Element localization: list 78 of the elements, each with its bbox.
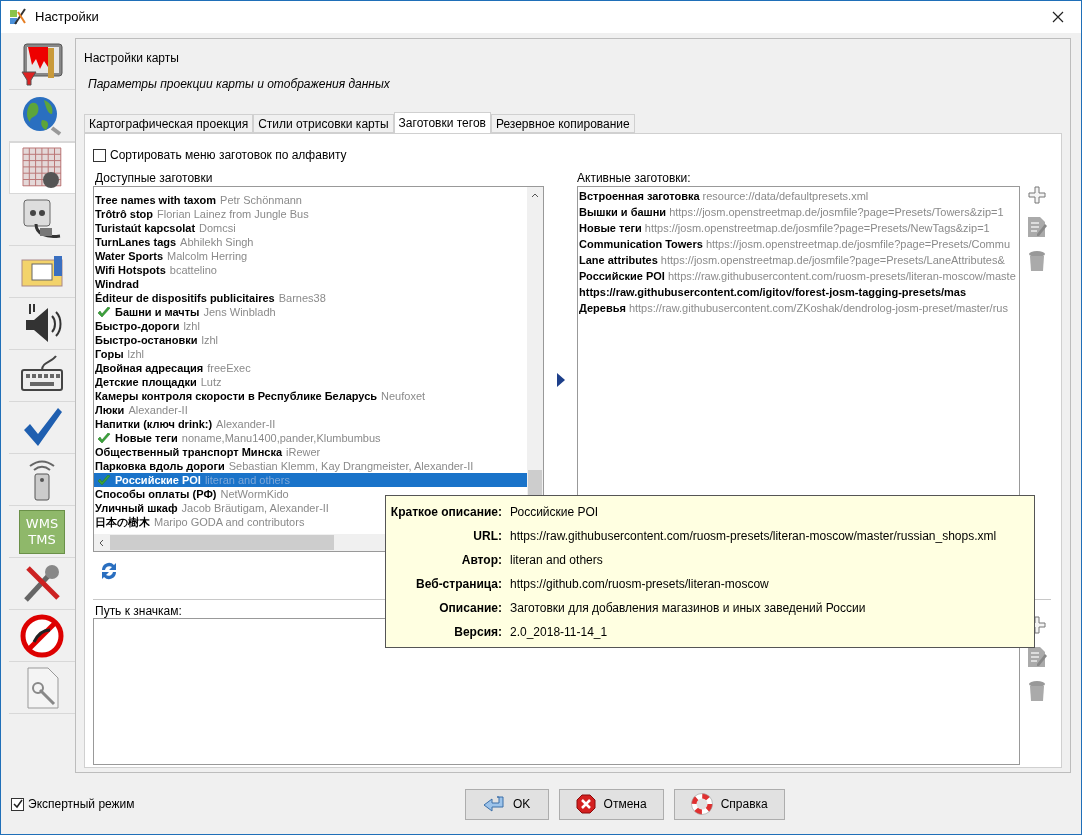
tooltip-label: Версия: xyxy=(453,623,502,641)
preset-list-item[interactable]: Éditeur de dispositifs publicitaires Barnes38 xyxy=(94,291,527,305)
tooltip-label: Веб-страница: xyxy=(415,575,502,593)
tab[interactable]: Картографическая проекция xyxy=(84,114,254,133)
tooltip-label: URL: xyxy=(472,527,502,545)
tooltip-value: Российские POI xyxy=(510,503,599,521)
tooltip-value: literan and others xyxy=(510,551,603,569)
active-preset-item[interactable]: Lane attributes https://josm.openstreetmap.de/josmfile?page=Presets/LaneAttributes& xyxy=(578,252,1019,268)
tooltip-label: Описание: xyxy=(438,599,502,617)
preset-list-item[interactable]: Российские POI literan and others xyxy=(94,473,527,487)
dialog-button[interactable]: Отмена xyxy=(558,788,664,820)
tab[interactable]: Заготовки тегов xyxy=(393,112,491,133)
return-arrow-icon xyxy=(482,795,505,813)
preset-list-item[interactable]: TurnLanes tags Abhilekh Singh xyxy=(94,235,527,249)
preset-list-item[interactable]: Быстро-дороги lzhl xyxy=(94,319,527,333)
preset-list-item[interactable]: Двойная адресация freeExec xyxy=(94,361,527,375)
preset-list-item[interactable]: Напитки (ключ drink:) Alexander-II xyxy=(94,417,527,431)
active-preset-item[interactable]: Вышки и башни https://josm.openstreetmap.de/josmfile?page=Presets/Towers&zip=1 xyxy=(578,204,1019,220)
tooltip-value: 2.0_2018-11-14_1 xyxy=(510,623,608,641)
tooltip-value: https://raw.githubusercontent.com/ruosm-presets/literan-moscow/master/russian_shops.xml xyxy=(510,527,997,545)
close-icon xyxy=(575,794,596,814)
preset-list-item[interactable]: Способы оплаты (РФ) NetWormKido xyxy=(94,487,527,501)
active-preset-item[interactable]: Российские POI https://raw.githubusercontent.com/ruosm-presets/literan-moscow/maste xyxy=(578,268,1019,284)
lifebuoy-icon xyxy=(690,793,713,815)
active-preset-item[interactable]: Встроенная заготовка resource://data/defaultpresets.xml xyxy=(578,188,1019,204)
preset-list-item[interactable]: Парковка вдоль дороги Sebastian Klemm, Kay Drangmeister, Alexander-II xyxy=(94,459,527,473)
field-label: Путь к значкам: xyxy=(95,604,182,618)
active-preset-item[interactable]: Новые теги https://josm.openstreetmap.de/josmfile?page=Presets/NewTags&zip=1 xyxy=(578,220,1019,236)
preset-list-item[interactable]: Turistaút kapcsolat Domcsi xyxy=(94,221,527,235)
move-right-arrow-icon[interactable] xyxy=(556,373,565,387)
tooltip-label: Краткое описание: xyxy=(389,503,502,521)
checkmark-icon xyxy=(97,306,111,318)
dialog-button[interactable]: Справка xyxy=(673,788,785,820)
icon-label: WMS xyxy=(25,515,59,532)
section-subtitle: Параметры проекции карты и отображения данных xyxy=(88,76,391,93)
checkmark-icon xyxy=(97,474,111,486)
preset-list-item[interactable]: Windrad xyxy=(94,277,527,291)
list-label: Активные заготовки: xyxy=(577,171,692,185)
checkmark-icon xyxy=(97,432,111,444)
no-entry-icon xyxy=(20,613,64,658)
edit-icon[interactable] xyxy=(1026,646,1047,668)
preset-list-item[interactable]: Камеры контроля скорости в Республике Беларусь Neufoxet xyxy=(94,389,527,403)
preset-list-item[interactable]: Новые теги noname,Manu1400,pander,Klumbumbus xyxy=(94,431,527,445)
preset-list-item[interactable]: Горы lzhl xyxy=(94,347,527,361)
sidebar-item[interactable] xyxy=(9,142,75,194)
preset-list-item[interactable]: Детские площадки Lutz xyxy=(94,375,527,389)
tooltip-value: Заготовки для добавления магазинов и иных заведений России xyxy=(510,599,866,617)
active-preset-item[interactable]: Деревья https://raw.githubusercontent.com/ZKoshak/dendrolog-josm-preset/master/rus xyxy=(578,300,1019,316)
active-preset-item[interactable]: Communication Towers https://josm.openstreetmap.de/josmfile?page=Presets/Commu xyxy=(578,236,1019,252)
preset-list-item[interactable]: Быстро-остановки lzhl xyxy=(94,333,527,347)
icon-label: TMS xyxy=(28,531,56,548)
scroll-thumb[interactable] xyxy=(110,535,334,550)
edit-icon[interactable] xyxy=(1026,216,1047,238)
section-title: Настройки карты xyxy=(84,50,180,67)
checkbox[interactable] xyxy=(93,148,106,162)
tab[interactable]: Резервное копирование xyxy=(490,114,635,133)
tooltip-label: Автор: xyxy=(460,551,502,569)
preset-list-item[interactable]: Wifi Hotspots bcattelino xyxy=(94,263,527,277)
window-title: Настройки xyxy=(35,8,99,27)
preset-list-item[interactable]: Trôtrô stop Florian Lainez from Jungle Bus xyxy=(94,207,527,221)
preset-list-item[interactable]: Башни и мачты Jens Winbladh xyxy=(94,305,527,319)
checkbox-label: Сортировать меню заготовок по алфавиту xyxy=(110,147,347,164)
preset-list-item[interactable]: Люки Alexander-II xyxy=(94,403,527,417)
preset-list-item[interactable]: Water Sports Malcolm Herring xyxy=(94,249,527,263)
app-logo-icon xyxy=(9,8,27,26)
checkbox-label: Экспертный режим xyxy=(28,796,135,813)
active-preset-item[interactable]: https://raw.githubusercontent.com/igitov/forest-josm-tagging-presets/mas xyxy=(578,284,1019,300)
dialog-button[interactable]: OK xyxy=(464,788,549,820)
paint-brush-icon xyxy=(20,41,64,86)
checkbox[interactable] xyxy=(11,797,24,811)
close-icon[interactable] xyxy=(1051,10,1065,24)
preset-list-item[interactable]: Tree names with taxom Petr Schönmann xyxy=(94,193,527,207)
trash-icon[interactable] xyxy=(1027,680,1046,702)
trash-icon[interactable] xyxy=(1027,250,1046,272)
tooltip-value: https://github.com/ruosm-presets/literan-moscow xyxy=(510,575,769,593)
list-label: Доступные заготовки xyxy=(95,171,214,185)
tab[interactable]: Стили отрисовки карты xyxy=(253,114,394,133)
preset-list-item[interactable]: Общественный транспорт Минска iRewer xyxy=(94,445,527,459)
